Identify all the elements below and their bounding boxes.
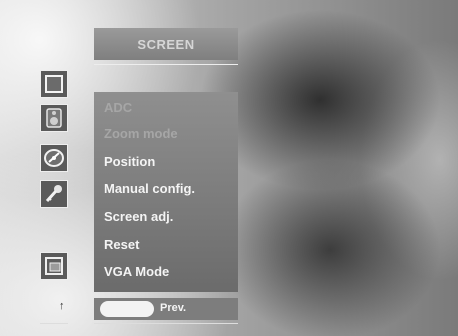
- prev-label: Prev.: [160, 302, 187, 314]
- speaker-icon[interactable]: [40, 104, 68, 132]
- up-arrow-icon: ↑: [59, 300, 65, 312]
- prev-button[interactable]: [100, 301, 154, 317]
- menu-item-manual-config[interactable]: Manual config.: [104, 181, 195, 196]
- menu-panel: ADC Zoom mode Position Manual config. Sc…: [94, 92, 238, 292]
- screen-icon[interactable]: [40, 252, 68, 280]
- menu-item-screen-adj[interactable]: Screen adj.: [104, 209, 173, 224]
- menu-item-adc[interactable]: ADC: [104, 100, 132, 115]
- menu-item-reset[interactable]: Reset: [104, 237, 139, 252]
- footer-divider: [94, 323, 238, 324]
- key-icon[interactable]: [40, 180, 68, 208]
- menu-item-vga-mode[interactable]: VGA Mode: [104, 264, 169, 279]
- footer-divider-left: [40, 323, 68, 324]
- menu-item-position[interactable]: Position: [104, 154, 155, 169]
- picture-frame-icon[interactable]: [40, 70, 68, 98]
- footer-bar: Prev.: [94, 298, 238, 320]
- menu-title-bar: SCREEN: [94, 28, 238, 60]
- menu-title: SCREEN: [137, 36, 195, 52]
- title-divider: [94, 64, 238, 65]
- menu-item-zoom-mode[interactable]: Zoom mode: [104, 126, 178, 141]
- clock-icon[interactable]: [40, 144, 68, 172]
